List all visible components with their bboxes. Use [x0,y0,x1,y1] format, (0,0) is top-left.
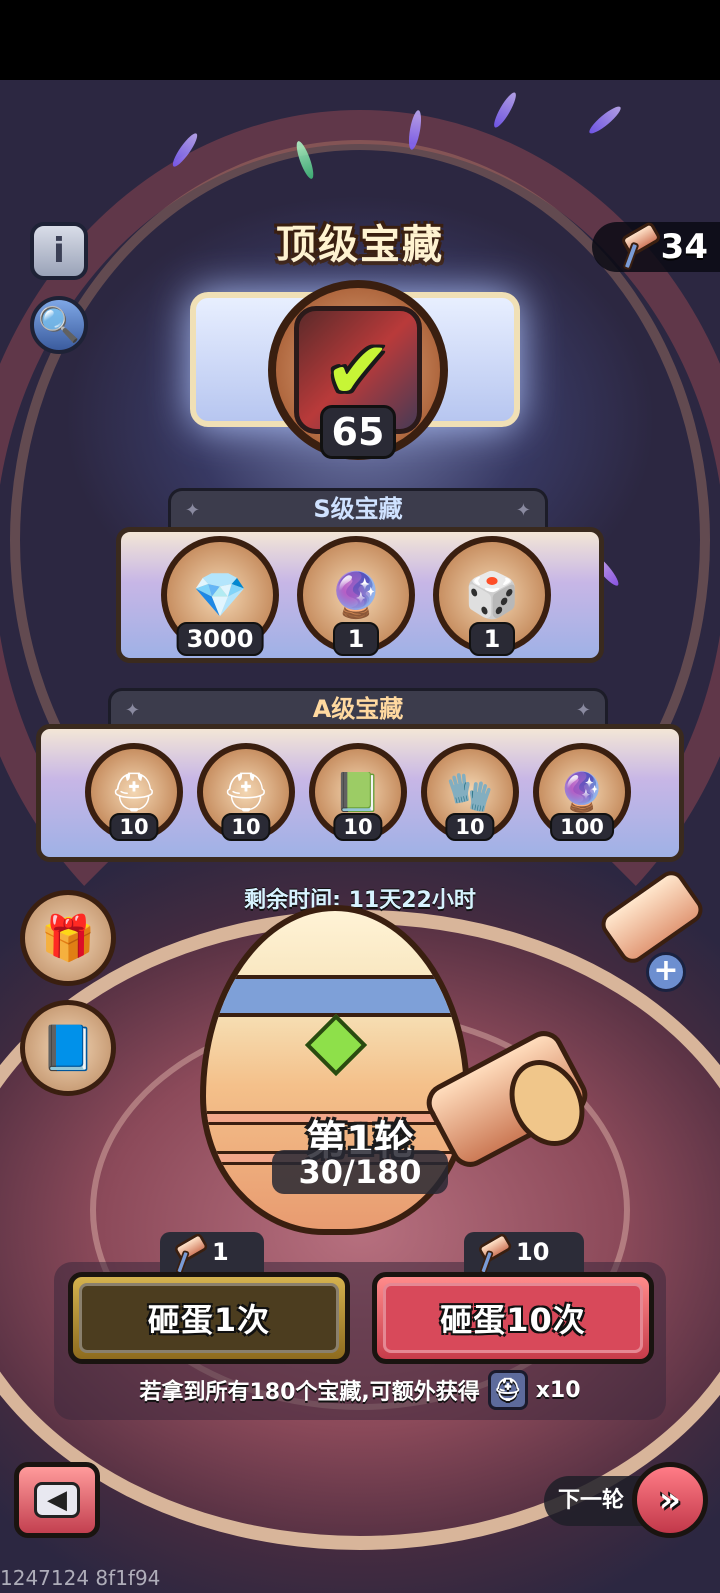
round-progress: 30/180 [272,1150,448,1194]
magnifier-icon: 🔍 [37,305,81,345]
sparkle-icon [490,90,520,130]
reward-qty: 1 [333,622,379,656]
next-round-button[interactable]: » [632,1462,708,1538]
reward-qty: 3000 [176,622,264,656]
info-icon: i [53,231,65,271]
fast-forward-icon: » [659,1480,681,1520]
a-reward-bronze-helmet[interactable]: ⛑ 10 [197,743,295,841]
bonus-text: 若拿到所有180个宝藏,可额外获得 [139,1380,480,1405]
buy-hammer-button[interactable]: + [596,865,708,992]
purple-orb-icon: 🔮 [558,769,606,814]
hammer-icon [615,220,662,271]
reward-qty: 10 [221,813,271,841]
completion-bonus: 若拿到所有180个宝藏,可额外获得 ⛑ x10 [0,1370,720,1410]
colorful-book-icon: 📗 [334,769,382,814]
gift-box-icon: 🎁 [40,913,96,964]
a-reward-steel-helmet[interactable]: ⛑ 10 [85,743,183,841]
silver-gauntlet-icon: 🧤 [446,769,494,814]
book-icon: 📘 [40,1023,96,1074]
hammer-icon [596,865,708,969]
back-button[interactable]: ◀ [14,1462,100,1538]
a-reward-gauntlet[interactable]: 🧤 10 [421,743,519,841]
reward-qty: 1 [469,622,515,656]
s-reward-ssr-selector[interactable]: 🎲 1 [433,536,551,656]
helmet-card-icon: ⛑ [487,1370,528,1410]
a-tier-panel: ⛑ 10 ⛑ 10 📗 10 🧤 10 🔮 100 [36,724,684,862]
reward-qty: 10 [445,813,495,841]
hammer-count: 34 [660,227,708,267]
top-prize-count: 65 [320,405,396,459]
records-button[interactable]: 📘 [20,1000,116,1096]
hammer-counter: 34 [592,220,720,272]
smash-once-button[interactable]: 砸蛋1次 [68,1272,350,1364]
status-bar [0,0,720,80]
cost-value: 10 [516,1238,550,1266]
smash-once-label: 砸蛋1次 [147,1301,271,1339]
checkmark-icon: ✔ [324,323,392,417]
smash-ten-label: 砸蛋10次 [440,1301,586,1339]
reward-qty: 10 [333,813,383,841]
a-tier-label: A级宝藏 [108,688,608,729]
steel-helmet-card-icon: ⛑ [109,769,159,814]
info-button[interactable]: i [30,222,88,280]
bronze-helmet-card-icon: ⛑ [221,769,271,814]
plus-icon: + [646,952,686,992]
s-reward-rune[interactable]: 🔮 1 [297,536,415,656]
build-id: 1247124 8f1f94 [0,1566,161,1590]
hammer-icon [473,1232,514,1275]
a-reward-colorful-book[interactable]: 📗 10 [309,743,407,841]
a-reward-purple-orb[interactable]: 🔮 100 [533,743,631,841]
hammer-icon [169,1232,210,1275]
sparkle-icon [586,103,624,137]
reward-qty: 10 [109,813,159,841]
smash-ten-button[interactable]: 砸蛋10次 [372,1272,654,1364]
s-reward-diamond[interactable]: 💎 3000 [161,536,279,656]
cost-value: 1 [212,1238,229,1266]
s-tier-panel: 💎 3000 🔮 1 🎲 1 [116,527,604,663]
gift-box-button[interactable]: 🎁 [20,890,116,986]
preview-button[interactable]: 🔍 [30,296,88,354]
egg-gem [304,1013,368,1077]
egg-pattern-band [206,975,464,1017]
diamond-icon: 💎 [192,570,248,621]
ssr-hero-selector-icon: 🎲 [464,570,520,621]
smash-ten-cost: 10 [464,1232,584,1275]
reward-qty: 100 [550,813,614,841]
s-tier-label: S级宝藏 [168,488,548,529]
back-arrow-icon: ◀ [34,1482,80,1518]
rune-crystal-icon: 🔮 [328,570,384,621]
smash-one-cost: 1 [160,1232,264,1275]
bonus-qty: x10 [535,1377,581,1403]
